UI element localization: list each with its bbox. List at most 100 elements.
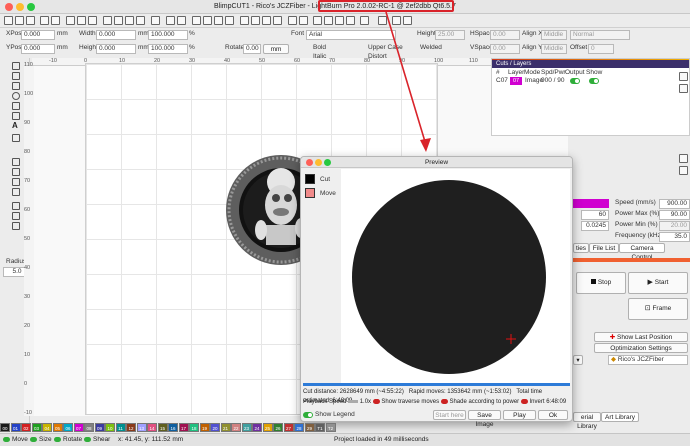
interval-input[interactable]: 0.0245 [581, 221, 609, 231]
device-select[interactable]: ◆ Rico's JCZFiber [608, 355, 688, 365]
dock-icon[interactable] [346, 16, 355, 25]
distribute-v-icon[interactable] [324, 16, 333, 25]
scale-height-input[interactable]: 100.000 [148, 44, 188, 54]
shear-toggle[interactable] [84, 437, 91, 442]
new-file-icon[interactable] [4, 16, 13, 25]
palette-swatch[interactable]: 11 [115, 423, 126, 432]
save-icon[interactable] [26, 16, 35, 25]
move-layer-up-icon[interactable] [679, 72, 688, 81]
center-icon[interactable] [360, 16, 369, 25]
align-x-select[interactable]: Middle [541, 30, 567, 40]
power-min-input[interactable]: 20.00 [659, 221, 690, 231]
palette-swatch[interactable]: 22 [231, 423, 241, 432]
palette-swatch[interactable]: 14 [147, 423, 157, 432]
size-toggle[interactable] [30, 437, 37, 442]
output-toggle[interactable] [570, 78, 580, 84]
palette-swatch[interactable]: T1 [315, 423, 325, 432]
palette-swatch[interactable]: 25 [262, 423, 273, 432]
offset-input[interactable]: 0 [588, 44, 614, 54]
palette-swatch[interactable]: 06 [63, 423, 73, 432]
move-toggle[interactable] [3, 437, 10, 442]
move-icon[interactable] [103, 16, 112, 25]
rotate-icon[interactable] [251, 16, 260, 25]
tab-material-library[interactable]: erial Library [573, 412, 601, 430]
measure-tool-icon[interactable] [12, 134, 20, 142]
grid-array-icon[interactable] [12, 202, 20, 210]
copy-icon[interactable] [77, 16, 86, 25]
scale-width-input[interactable]: 100.000 [148, 30, 188, 40]
tab-camera-control[interactable]: Camera Control [619, 243, 665, 261]
ypos-input[interactable]: 0.000 [21, 44, 55, 54]
preview-close-icon[interactable] [306, 159, 313, 166]
frame-button[interactable]: ⊡ Frame [628, 298, 688, 320]
palette-swatch[interactable]: 19 [199, 423, 210, 432]
tab-art-library[interactable]: Art Library [601, 412, 639, 422]
palette-swatch[interactable]: 10 [105, 423, 115, 432]
rectangle-tool-icon[interactable] [12, 102, 20, 110]
show-last-position-button[interactable]: ✚ Show Last Position [594, 332, 688, 342]
align-y-select[interactable]: Middle [541, 44, 567, 54]
show-toggle[interactable] [589, 78, 599, 84]
group-icon[interactable] [192, 16, 201, 25]
palette-swatch[interactable]: 24 [252, 423, 262, 432]
distribute-h-icon[interactable] [313, 16, 322, 25]
speed-input[interactable]: 900.00 [659, 199, 690, 209]
show-legend-toggle[interactable] [303, 412, 313, 418]
zoom-in-icon[interactable] [114, 16, 123, 25]
layer-row[interactable]: C07 07 Image 900 / 90 [494, 77, 689, 86]
polygon-tool-icon[interactable] [12, 112, 20, 120]
palette-swatch[interactable]: 20 [210, 423, 220, 432]
array-tool-icon[interactable] [12, 188, 20, 196]
text-mode-select[interactable]: Normal [570, 30, 630, 40]
align-bottom-icon[interactable] [299, 16, 308, 25]
tab-properties[interactable]: ties [573, 243, 589, 253]
circular-array-icon[interactable] [12, 212, 20, 220]
zoom-fit-icon[interactable] [136, 16, 145, 25]
palette-swatch[interactable]: 12 [126, 423, 136, 432]
palette-swatch[interactable]: T2 [325, 423, 336, 432]
palette-swatch[interactable]: 21 [220, 423, 231, 432]
weld-tool-icon[interactable] [12, 178, 20, 186]
flip-vertical-icon[interactable] [225, 16, 234, 25]
rotate-toggle[interactable] [54, 437, 61, 442]
palette-swatch[interactable]: 02 [21, 423, 31, 432]
save-image-button[interactable]: Save Image [468, 410, 501, 428]
unit-toggle-button[interactable]: mm [263, 44, 289, 54]
align-top-icon[interactable] [288, 16, 297, 25]
hspace-input[interactable]: 0.00 [490, 30, 520, 40]
xpos-input[interactable]: 0.000 [21, 30, 55, 40]
preview-progress-bar[interactable] [303, 383, 570, 386]
palette-swatch[interactable]: 16 [168, 423, 178, 432]
power-max-input[interactable]: 90.00 [659, 210, 690, 220]
gear-icon[interactable] [177, 16, 186, 25]
pass-count-input[interactable]: 60 [581, 210, 609, 220]
move-layer-down-icon[interactable] [679, 84, 688, 93]
palette-swatch[interactable]: 08 [84, 423, 94, 432]
settings-icon[interactable] [166, 16, 175, 25]
layer-option-icon-1[interactable] [679, 154, 688, 163]
ellipse-tool-icon[interactable] [12, 92, 20, 100]
width-input[interactable]: 0.000 [96, 30, 136, 40]
import-icon[interactable] [40, 16, 49, 25]
preview-canvas[interactable] [341, 169, 570, 385]
paste-icon[interactable] [88, 16, 97, 25]
camera-icon[interactable] [151, 16, 160, 25]
palette-swatch[interactable]: 03 [31, 423, 42, 432]
zoom-window-icon[interactable] [27, 3, 35, 11]
palette-swatch[interactable]: 28 [294, 423, 304, 432]
zoom-out-icon[interactable] [125, 16, 134, 25]
move-together-icon[interactable] [335, 16, 344, 25]
palette-swatch[interactable]: 26 [273, 423, 283, 432]
device-dropdown-arrow[interactable]: ▾ [573, 355, 583, 365]
invert-toggle[interactable] [520, 398, 528, 404]
offset-tool-icon[interactable] [12, 158, 20, 166]
start-button[interactable]: ▶ Start [628, 272, 688, 294]
open-file-icon[interactable] [15, 16, 24, 25]
palette-swatch[interactable]: 27 [283, 423, 294, 432]
select-tool-icon[interactable] [12, 62, 20, 70]
boolean-tool-icon[interactable] [12, 168, 20, 176]
palette-swatch[interactable]: 23 [241, 423, 252, 432]
close-window-icon[interactable] [5, 3, 13, 11]
edit-nodes-icon[interactable] [12, 72, 20, 80]
palette-swatch[interactable]: 07 [73, 423, 84, 432]
